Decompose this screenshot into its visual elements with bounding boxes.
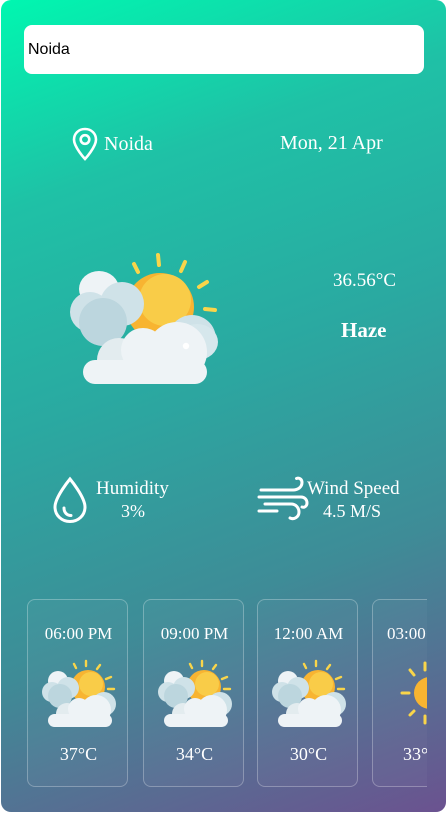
forecast-card[interactable]: 06:00 PM 37°C	[27, 599, 128, 787]
weather-description: Haze	[341, 318, 387, 342]
wind-speed-value: 4.5 M/S	[323, 501, 382, 521]
forecast-temperature: 34°C	[175, 744, 214, 764]
weather-app: Noida Mon, 21 Apr 36.56°C Haze Humidity …	[1, 0, 446, 812]
current-temperature: 36.56°C	[333, 270, 397, 291]
forecast-time: 12:00 AM	[273, 624, 344, 643]
current-date: Mon, 21 Apr	[280, 132, 383, 154]
forecast-temperature: 33°	[403, 744, 427, 764]
hourly-forecast[interactable]: 06:00 PM 37°C 09:00 PM 34°C 12:00 AM 30°…	[24, 597, 427, 792]
forecast-time: 09:00 PM	[160, 624, 229, 643]
forecast-card[interactable]: 09:00 PM 34°C	[143, 599, 244, 787]
partly-cloudy-icon	[158, 659, 232, 727]
humidity-value: 3%	[121, 501, 145, 521]
humidity-label: Humidity	[96, 478, 169, 499]
forecast-time: 06:00 PM	[44, 624, 113, 643]
wind-speed-label: Wind Speed	[307, 478, 400, 499]
location-name: Noida	[104, 132, 153, 155]
partly-cloudy-icon	[70, 253, 218, 384]
location: Noida	[71, 127, 153, 161]
partly-cloudy-icon	[272, 659, 346, 727]
forecast-card[interactable]: 03:00 33°	[372, 599, 427, 787]
forecast-temperature: 30°C	[289, 744, 328, 764]
water-drop-icon	[53, 476, 87, 524]
map-pin-icon	[72, 127, 98, 161]
forecast-time: 03:00	[387, 624, 426, 643]
wind-icon	[257, 476, 309, 521]
sun-icon	[400, 661, 427, 725]
forecast-card[interactable]: 12:00 AM 30°C	[257, 599, 358, 787]
city-search-input[interactable]	[24, 25, 424, 74]
forecast-temperature: 37°C	[59, 744, 98, 764]
partly-cloudy-icon	[42, 659, 116, 727]
